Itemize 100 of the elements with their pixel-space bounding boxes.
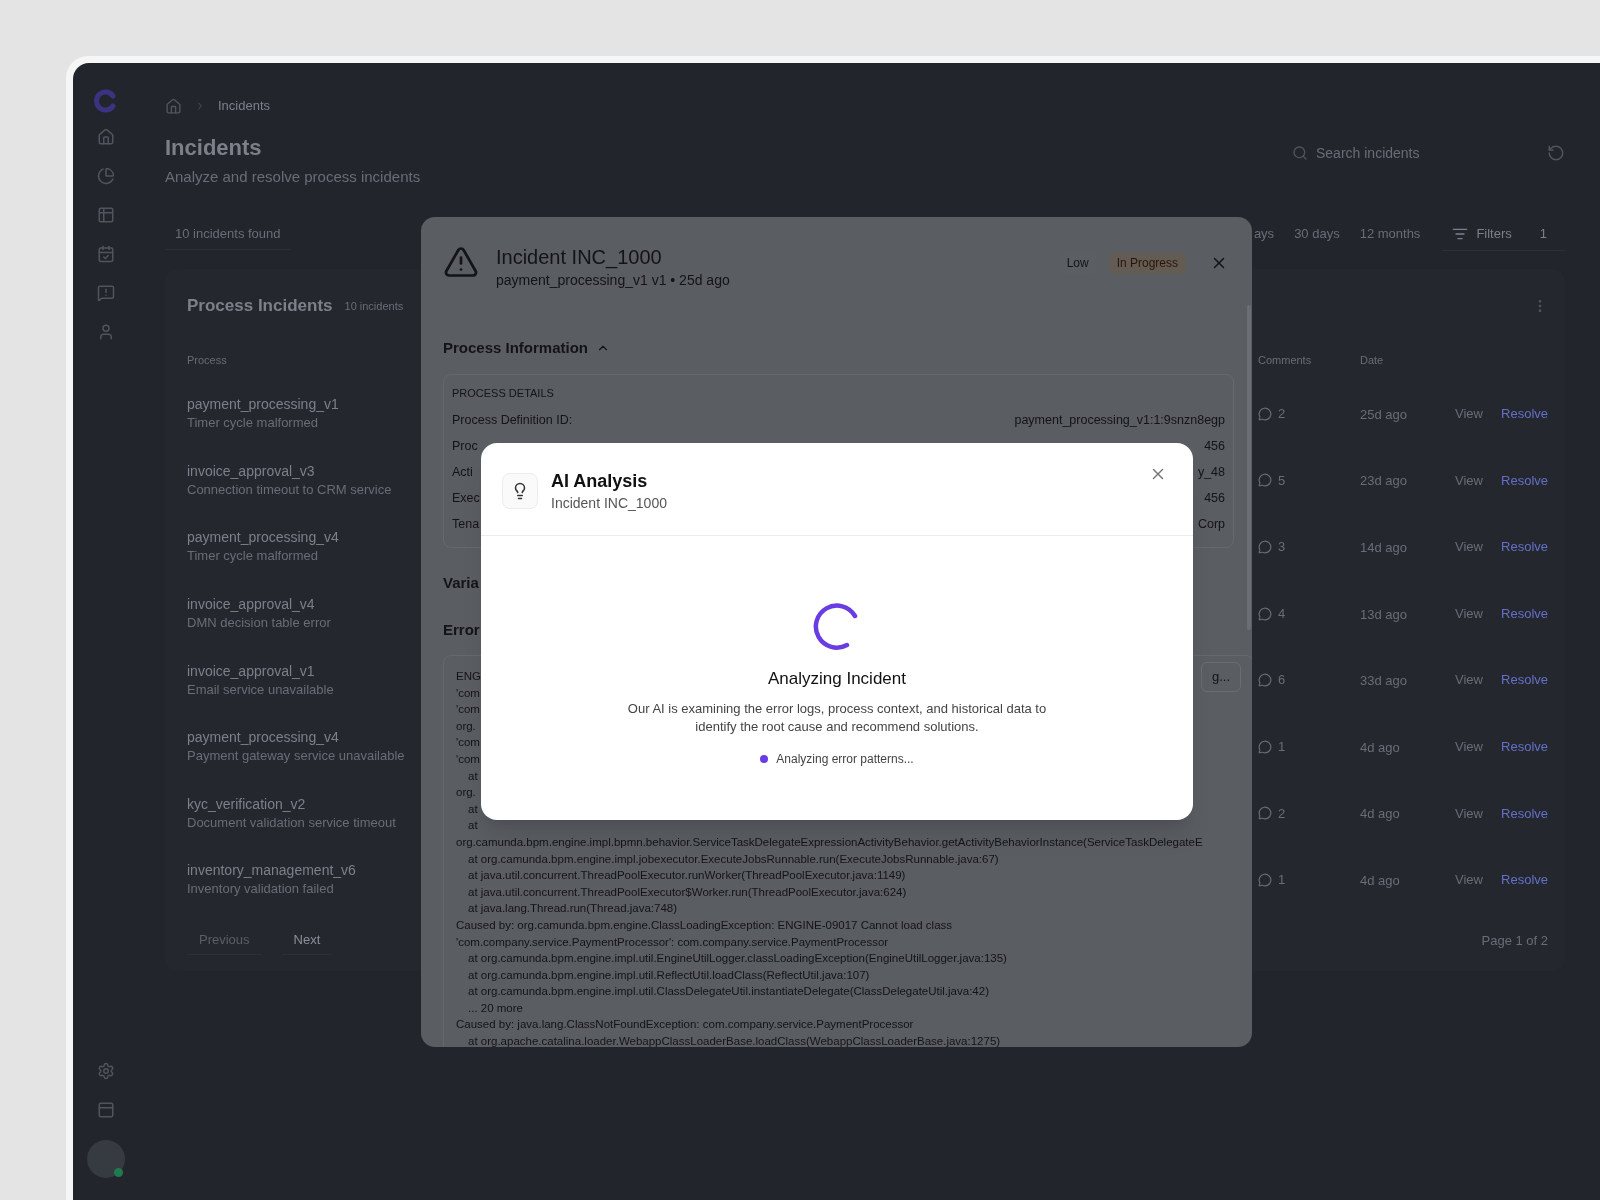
log-line: at <box>468 768 478 784</box>
resolve-link[interactable]: Resolve <box>1501 670 1548 690</box>
resolve-link[interactable]: Resolve <box>1501 537 1548 557</box>
dialog-title: AI Analysis <box>551 470 648 493</box>
page-title: Incidents <box>165 134 262 162</box>
alert-message-icon[interactable] <box>97 284 115 302</box>
comment-icon <box>1258 606 1272 621</box>
comment-icon <box>1258 872 1272 887</box>
field-label: Proc <box>452 438 478 455</box>
warning-icon <box>443 244 479 280</box>
incident-date: 23d ago <box>1360 473 1407 489</box>
page-indicator: Page 1 of 2 <box>1481 931 1548 950</box>
comment-count: 3 <box>1278 538 1286 557</box>
time-range-tab[interactable]: ays <box>1253 219 1285 249</box>
incident-date: 4d ago <box>1360 739 1400 755</box>
panel-icon[interactable] <box>97 1101 115 1119</box>
section-heading: Error <box>443 619 481 640</box>
process-name: inventory_management_v6 <box>187 861 356 881</box>
time-range-tab[interactable]: 12 months <box>1349 219 1431 249</box>
log-button[interactable]: g... <box>1200 662 1241 692</box>
log-line: 'com <box>456 735 480 751</box>
process-name: payment_processing_v4 <box>187 728 339 748</box>
comment-count: 2 <box>1278 405 1286 424</box>
comment-count: 1 <box>1278 738 1286 756</box>
field-value: payment_processing_v1:1:9snzn8egp <box>1014 412 1225 429</box>
view-link[interactable]: View <box>1455 603 1483 624</box>
incident-date: 4d ago <box>1360 806 1400 822</box>
column-header: Process <box>187 354 227 367</box>
incident-date: 33d ago <box>1360 673 1407 689</box>
field-value: 456 <box>1204 438 1225 455</box>
home-icon[interactable] <box>165 97 182 115</box>
next-button[interactable]: Next <box>281 925 333 956</box>
dialog-subtitle: Incident INC_1000 <box>551 494 667 513</box>
process-name: kyc_verification_v2 <box>187 794 306 814</box>
view-link[interactable]: View <box>1455 803 1483 824</box>
column-header: Date <box>1360 354 1384 367</box>
log-line: 'com <box>456 751 480 767</box>
error-message: Email service unavailable <box>187 680 334 699</box>
home-icon[interactable] <box>97 128 115 146</box>
logo-icon <box>94 89 118 113</box>
avatar[interactable] <box>87 1140 125 1178</box>
view-link[interactable]: View <box>1455 537 1483 557</box>
error-message: DMN decision table error <box>187 614 331 633</box>
field-label: Exec <box>452 490 480 507</box>
incident-date: 25d ago <box>1360 406 1407 422</box>
section-toggle[interactable]: Process Information <box>443 337 611 360</box>
settings-icon[interactable] <box>97 1062 115 1080</box>
field-value: Corp <box>1197 516 1225 533</box>
log-line: ENG <box>456 669 481 684</box>
pie-chart-icon[interactable] <box>97 167 115 185</box>
results-count: 10 incidents found <box>165 217 291 251</box>
resolve-link[interactable]: Resolve <box>1501 603 1548 624</box>
field-value: y_48 <box>1197 464 1225 481</box>
log-line: at org.camunda.bpm.engine.impl.util.ClassDelegateUtil.instantiateDelegate(ClassDelegateUtil.java:42) <box>468 984 989 1000</box>
refresh-icon[interactable] <box>1547 144 1565 162</box>
error-message: Connection timeout to CRM service <box>187 480 392 499</box>
log-line: at org.camunda.bpm.engine.impl.util.EngineUtilLogger.classLoadingException(EngineUtilLogger.java:135) <box>468 951 1007 967</box>
process-name: invoice_approval_v1 <box>187 661 315 681</box>
group-label: PROCESS DETAILS <box>452 385 555 401</box>
log-line: at <box>468 818 478 834</box>
error-message: Payment gateway service unavailable <box>187 747 405 766</box>
comment-icon <box>1258 806 1272 821</box>
log-line: at org.camunda.bpm.engine.impl.util.ReflectUtil.loadClass(ReflectUtil.java:107) <box>468 967 870 983</box>
log-line: org. <box>456 718 476 734</box>
time-range-tab[interactable]: 30 days <box>1284 219 1350 249</box>
status-title: Analyzing Incident <box>768 668 906 690</box>
log-line: at java.lang.Thread.run(Thread.java:748) <box>468 901 678 917</box>
filters-button[interactable]: Filters 1 <box>1442 217 1565 251</box>
user-icon[interactable] <box>97 323 115 341</box>
view-link[interactable]: View <box>1455 404 1483 424</box>
table-icon[interactable] <box>97 206 115 224</box>
log-line: 'com <box>456 702 480 718</box>
process-name: payment_processing_v4 <box>187 528 339 548</box>
resolve-link[interactable]: Resolve <box>1501 404 1548 424</box>
comment-count: 5 <box>1278 471 1286 490</box>
process-name: invoice_approval_v3 <box>187 461 315 481</box>
incident-date: 13d ago <box>1360 606 1407 622</box>
comment-count: 1 <box>1278 871 1286 890</box>
log-line: 'com <box>456 685 480 701</box>
view-link[interactable]: View <box>1455 737 1483 757</box>
search-field[interactable]: Search incidents <box>1316 142 1506 164</box>
error-message: Inventory validation failed <box>187 880 334 899</box>
resolve-link[interactable]: Resolve <box>1501 870 1548 890</box>
view-link[interactable]: View <box>1455 670 1483 690</box>
calendar-check-icon[interactable] <box>97 245 115 263</box>
view-link[interactable]: View <box>1455 870 1483 890</box>
page-subtitle: Analyze and resolve process incidents <box>165 167 421 187</box>
status-step: Analyzing error patterns... <box>776 749 914 768</box>
process-name: invoice_approval_v4 <box>187 595 315 615</box>
comment-icon <box>1258 739 1272 754</box>
log-line: Caused by: org.camunda.bpm.engine.ClassLoadingException: ENGINE-09017 Cannot load class <box>456 917 953 933</box>
resolve-link[interactable]: Resolve <box>1501 803 1548 824</box>
view-link[interactable]: View <box>1455 470 1483 491</box>
log-line: org.camunda.bpm.engine.impl.bpmn.behavior.ServiceTaskDelegateExpressionActivityBehavior.getActivityBehaviorInstance(ServiceTaskDelegateE <box>456 834 1203 850</box>
lightbulb-icon <box>502 473 538 509</box>
resolve-link[interactable]: Resolve <box>1501 470 1548 491</box>
resolve-link[interactable]: Resolve <box>1501 737 1548 757</box>
error-message: Timer cycle malformed <box>187 547 318 566</box>
incident-date: 14d ago <box>1360 540 1407 555</box>
field-label: Acti <box>452 464 473 481</box>
